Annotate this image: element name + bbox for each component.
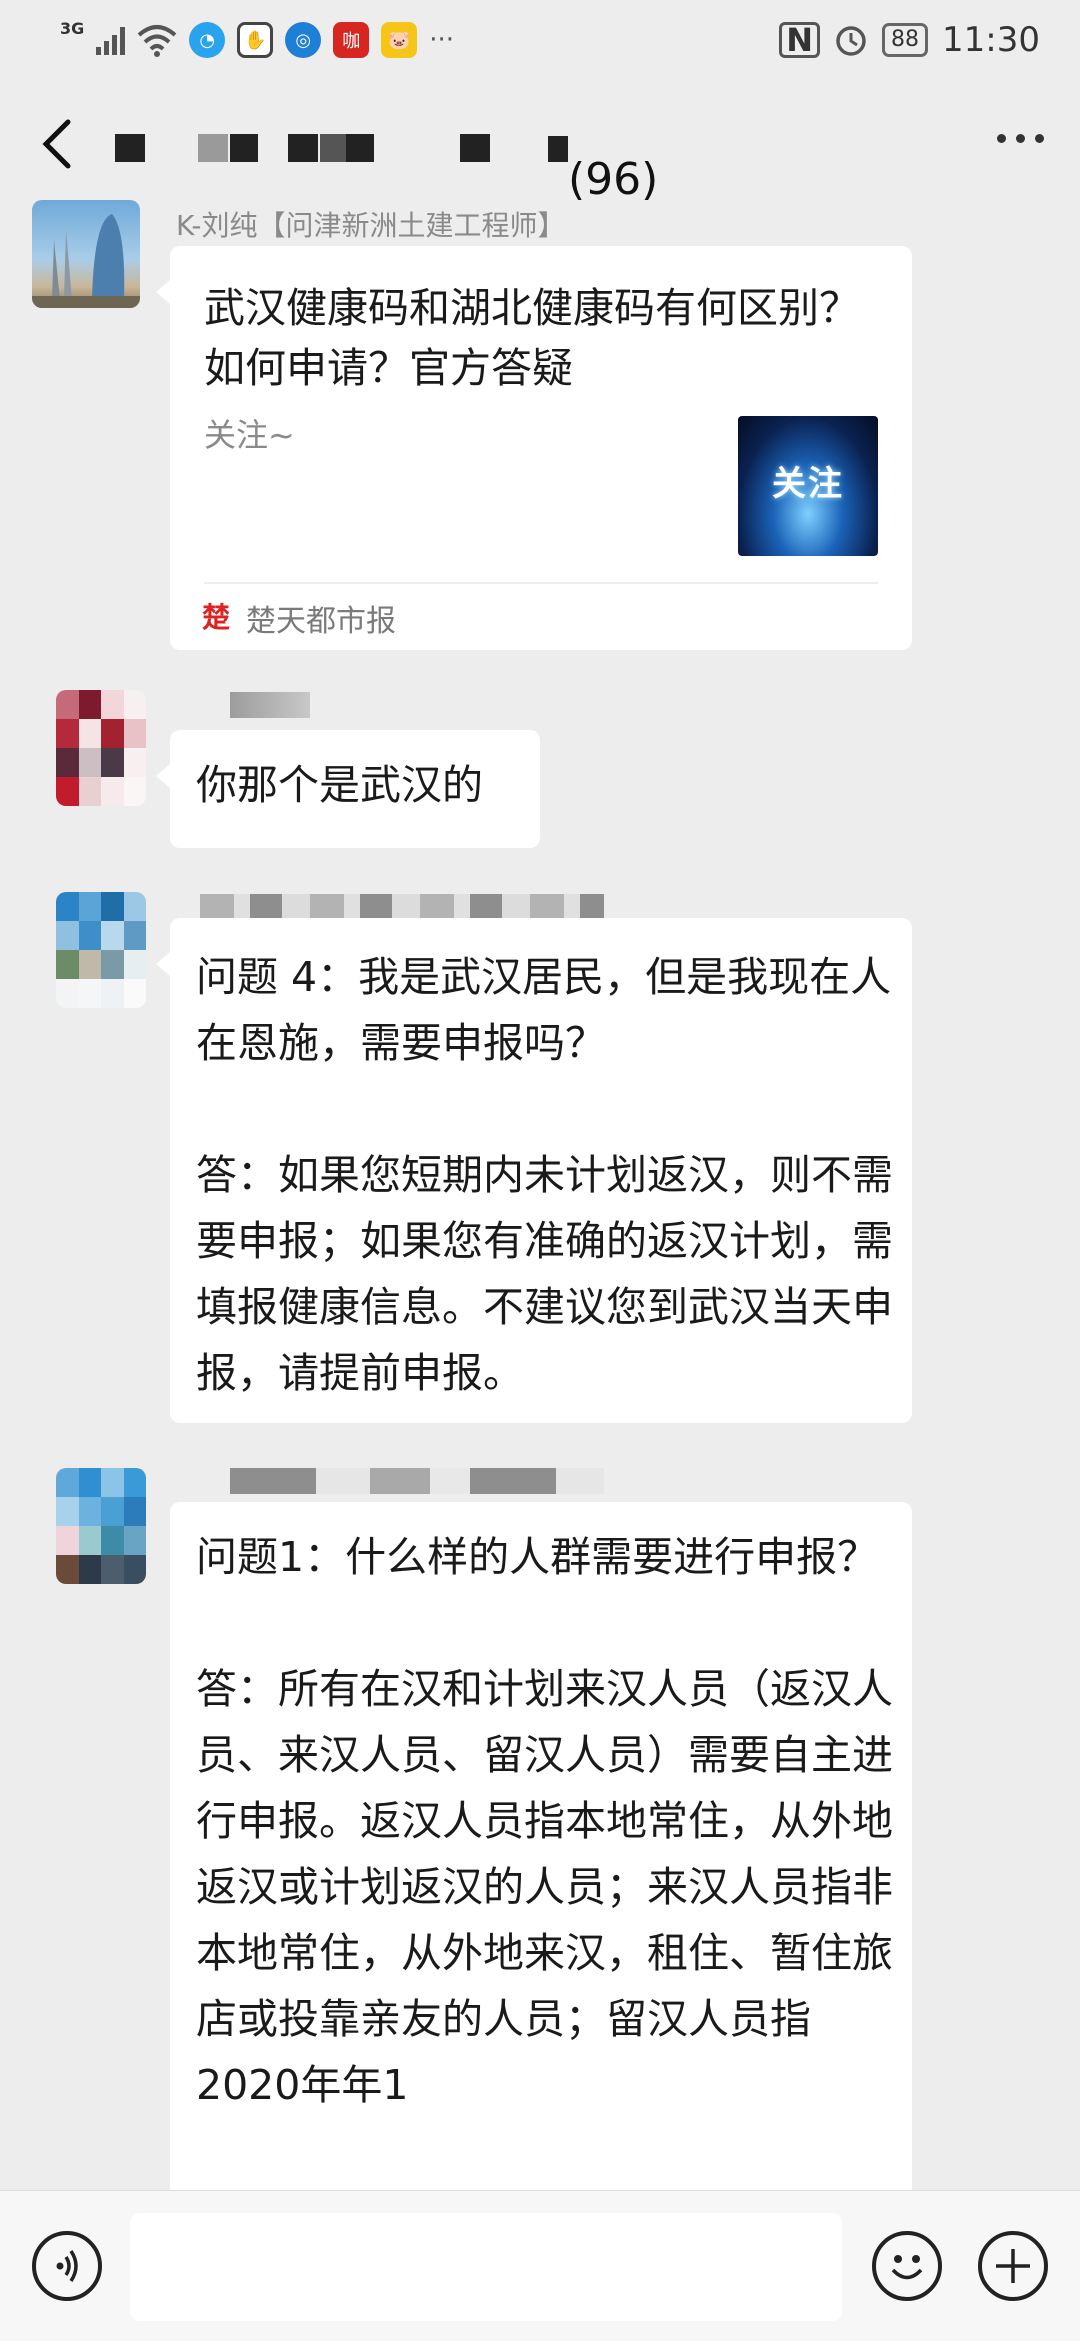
app-icon-blue: ◔ [189, 22, 226, 58]
message-input[interactable] [130, 2213, 842, 2321]
avatar[interactable] [56, 690, 146, 806]
plus-icon [996, 2249, 1030, 2283]
title-redacted-block [288, 134, 318, 162]
clock: 11:30 [942, 20, 1040, 60]
status-bar: 3G ◔ ✋ ◎ 咖 🐷 ··· N 88 11:30 [0, 0, 1080, 80]
message-bubble[interactable]: 问题 4：我是武汉居民，但是我现在人在恩施，需要申报吗？ 答：如果您短期内未计划… [156, 918, 912, 1423]
card-divider [204, 582, 878, 584]
title-redacted-block [198, 134, 228, 162]
network-type-label: 3G [60, 18, 85, 38]
alarm-icon [836, 26, 866, 56]
nfc-icon: N [779, 22, 821, 58]
card-description: 关注~ [204, 416, 295, 454]
app-icon-yellow: 🐷 [381, 22, 418, 58]
card-thumbnail: 关注 [738, 416, 878, 556]
building-avatar-image [32, 214, 140, 308]
more-options-icon[interactable] [997, 134, 1044, 143]
title-redacted-block [115, 134, 145, 162]
link-card[interactable]: 武汉健康码和湖北健康码有何区别？如何申请？官方答疑 关注~ 关注 楚 楚天都市报 [156, 246, 912, 650]
chat-header: (96) [0, 80, 1080, 210]
avatar[interactable] [56, 892, 146, 1008]
voice-input-button[interactable] [32, 2231, 102, 2301]
battery-icon: 88 [882, 23, 929, 57]
plus-button[interactable] [978, 2231, 1048, 2301]
status-right: N 88 11:30 [779, 18, 1040, 62]
sender-name-redacted [230, 692, 310, 718]
title-redacted-block [460, 134, 490, 162]
avatar[interactable] [32, 200, 140, 308]
sender-name: K-刘纯【问津新洲土建工程师】 [176, 209, 566, 242]
title-redacted-block [230, 134, 258, 162]
wifi-icon [137, 25, 177, 57]
sender-name-redacted [200, 894, 604, 920]
app-icon-red: 咖 [333, 22, 370, 58]
status-left: 3G ◔ ✋ ◎ 咖 🐷 ··· [60, 18, 454, 62]
input-bar [0, 2190, 1080, 2341]
app-icon-globe: ◎ [285, 22, 322, 58]
title-redacted-block [548, 136, 568, 162]
source-logo-icon: 楚 [202, 601, 231, 634]
chat-title[interactable]: (96) [0, 116, 1080, 205]
member-count: (96) [568, 154, 659, 205]
message-text: 问题 4：我是武汉居民，但是我现在人在恩施，需要申报吗？ 答：如果您短期内未计划… [196, 953, 893, 1397]
title-redacted-block [320, 134, 346, 162]
thumbnail-text: 关注 [772, 464, 844, 504]
message-bubble[interactable]: 问题1：什么样的人群需要进行申报？ 答：所有在汉和计划来汉人员（返汉人员、来汉人… [170, 1502, 912, 2202]
emoji-icon [891, 2255, 923, 2280]
app-icon-shield: ✋ [237, 22, 274, 58]
sender-name-redacted [230, 1468, 604, 1494]
title-redacted-block [346, 134, 374, 162]
emoji-button[interactable] [872, 2231, 942, 2301]
card-source: 楚天都市报 [246, 604, 396, 639]
signal-icon [96, 25, 126, 55]
card-title: 武汉健康码和湖北健康码有何区别？如何申请？官方答疑 [204, 284, 860, 392]
message-bubble[interactable]: 你那个是武汉的 [156, 730, 540, 848]
avatar[interactable] [56, 1468, 146, 1584]
voice-icon [56, 2250, 78, 2282]
status-overflow-icon: ··· [429, 25, 455, 55]
message-text: 你那个是武汉的 [196, 761, 483, 809]
message-text: 问题1：什么样的人群需要进行申报？ 答：所有在汉和计划来汉人员（返汉人员、来汉人… [196, 1533, 893, 2109]
